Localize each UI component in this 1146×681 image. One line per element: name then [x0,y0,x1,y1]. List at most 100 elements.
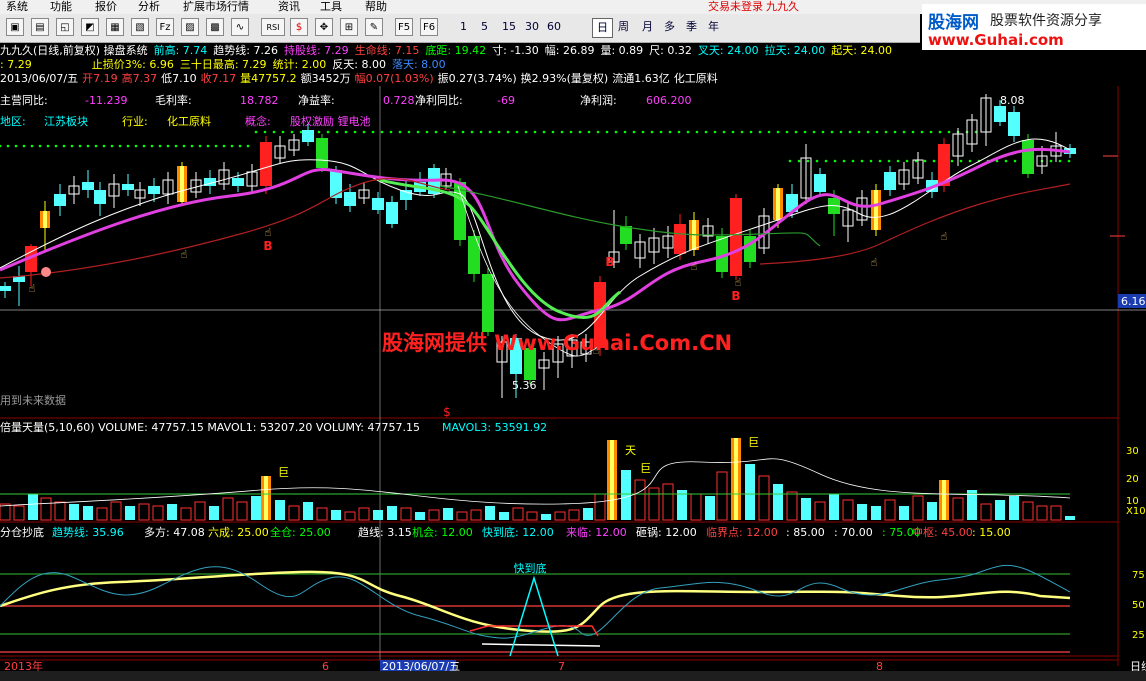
window-icon[interactable]: ▣ [6,18,24,36]
concept-label: 概念: [245,114,271,128]
fundamental-label: 毛利率: [155,93,192,107]
candle [344,192,356,206]
period-日[interactable]: 日 [592,18,613,38]
logo-url: www.Guhai.com [928,31,1064,49]
dollar-icon[interactable]: $ [290,18,308,36]
fz-icon[interactable]: Fz [156,18,174,36]
report-icon[interactable]: ▧ [131,18,149,36]
matrix-icon[interactable]: ▩ [206,18,224,36]
indicator-value: 幅: 26.89 [544,44,595,57]
candle [316,138,328,168]
watermark: 股海网提供 Www.Guhai.Com.CN [382,331,732,355]
menu-item[interactable]: 功能 [50,0,72,13]
osc-axis-label: 75 [1132,570,1145,581]
hand-icon: ☝ [735,276,742,289]
period-30[interactable]: 30 [525,18,539,36]
f5-icon[interactable]: F5 [395,18,413,36]
menu-item[interactable]: 系统 [6,0,28,13]
osc-axis-label: 25 [1132,630,1145,641]
volume-label: 天 [625,444,636,457]
osc-value: 多方: 47.08 [144,525,205,539]
stock-chart[interactable]: 主营同比: -11.239 毛利率: 18.782 净益率: 0.728 净利同比: -69 净… [0,86,1146,676]
buy-signal: B [263,239,272,253]
quote-field: 化工原料 [673,72,718,85]
fundamental-label: 主营同比: [0,93,48,107]
indicator-value: 量: 0.89 [600,44,644,57]
period-周[interactable]: 周 [618,18,629,36]
logo-brand: 股海网 [928,13,979,33]
hand-icon: ☝ [691,260,698,273]
indicator-value: 寸: -1.30 [492,44,539,57]
candle [54,194,66,206]
indicator-value: 起天: 24.00 [831,44,892,57]
volume-bar [275,500,285,520]
period-季[interactable]: 季 [686,18,697,36]
candle [730,198,742,276]
period-年[interactable]: 年 [708,18,719,36]
volume-bar [801,498,811,520]
volume-label: 巨 [748,436,759,449]
volume-title: 倍量天量(5,10,60) VOLUME: 47757.15 MAVOL1: 5… [0,420,420,434]
menu-item[interactable]: 工具 [320,0,342,13]
volume-bar [927,502,937,520]
menu-item[interactable]: 扩展市场行情 [183,0,249,13]
quote-field: 2013/06/07/五 [0,72,79,85]
f6-icon[interactable]: F6 [420,18,438,36]
toolbar: ▣ ▤ ◱ ◩ ▦ ▧ Fz ▨ ▩ ∿ RSI $ ✥ ⊞ ✎ F5 F6 1 5 15 30 60 日周月多季年 [0,14,920,43]
volume-axis-label: 30 [1126,446,1139,457]
candle [372,198,384,210]
period-15[interactable]: 15 [502,18,516,36]
list-icon[interactable]: ▤ [31,18,49,36]
grid-icon[interactable]: ▦ [106,18,124,36]
quote-field: 开7.19 [82,72,118,85]
wave-icon[interactable]: ∿ [231,18,249,36]
fundamental-value: 0.728 [383,94,415,107]
menu-item[interactable]: 资讯 [278,0,300,13]
candle [232,178,244,186]
menu-item[interactable]: 报价 [95,0,117,13]
indicator-value: 趋势线: 7.26 [213,44,278,57]
osc-value: 快到底: 12.00 [482,525,554,539]
volume-bar [373,510,383,520]
pencil-icon[interactable]: ✎ [365,18,383,36]
volume-label: 巨 [640,462,651,475]
volume-bar [1009,496,1019,520]
osc-value: 临界点: 12.00 [706,525,778,539]
industry-value: 化工原料 [167,114,211,128]
period-60[interactable]: 60 [547,18,561,36]
fundamental-value: 18.782 [240,94,279,107]
hand-icon: ☝ [871,256,878,269]
volume-bar [745,464,755,520]
volume-bar [167,504,177,520]
volume-bar [705,496,715,520]
fundamental-label: 净益率: [298,93,335,107]
move-icon[interactable]: ✥ [315,18,333,36]
candle [122,184,134,190]
candle [468,236,480,274]
add-icon[interactable]: ⊞ [340,18,358,36]
period-月[interactable]: 月 [642,18,653,36]
quote-field: 收7.17 [200,72,237,85]
candle [1022,140,1034,174]
volume-bar [871,506,881,520]
candle [674,224,686,254]
split-icon[interactable]: ◩ [81,18,99,36]
period-1[interactable]: 1 [460,18,467,36]
volume-bar [857,504,867,520]
indicator-value: 前高: 7.74 [153,44,208,57]
indicator-value: 生命线: 7.15 [354,44,420,57]
chart-icon[interactable]: ◱ [56,18,74,36]
menu-item[interactable]: 帮助 [365,0,387,13]
volume-bar [125,506,135,520]
period-多[interactable]: 多 [664,18,675,36]
table-icon[interactable]: ▨ [181,18,199,36]
fundamental-value: 606.200 [646,94,692,107]
period-5[interactable]: 5 [481,18,488,36]
rsi-icon[interactable]: RSI [261,18,285,36]
osc-value: 中枢: 45.00 [912,525,973,539]
hand-icon: ☝ [265,226,272,239]
status-bar [0,671,1146,681]
menu-item[interactable]: 分析 [138,0,160,13]
volume-axis-label: X10 [1126,506,1146,517]
candle [814,174,826,192]
